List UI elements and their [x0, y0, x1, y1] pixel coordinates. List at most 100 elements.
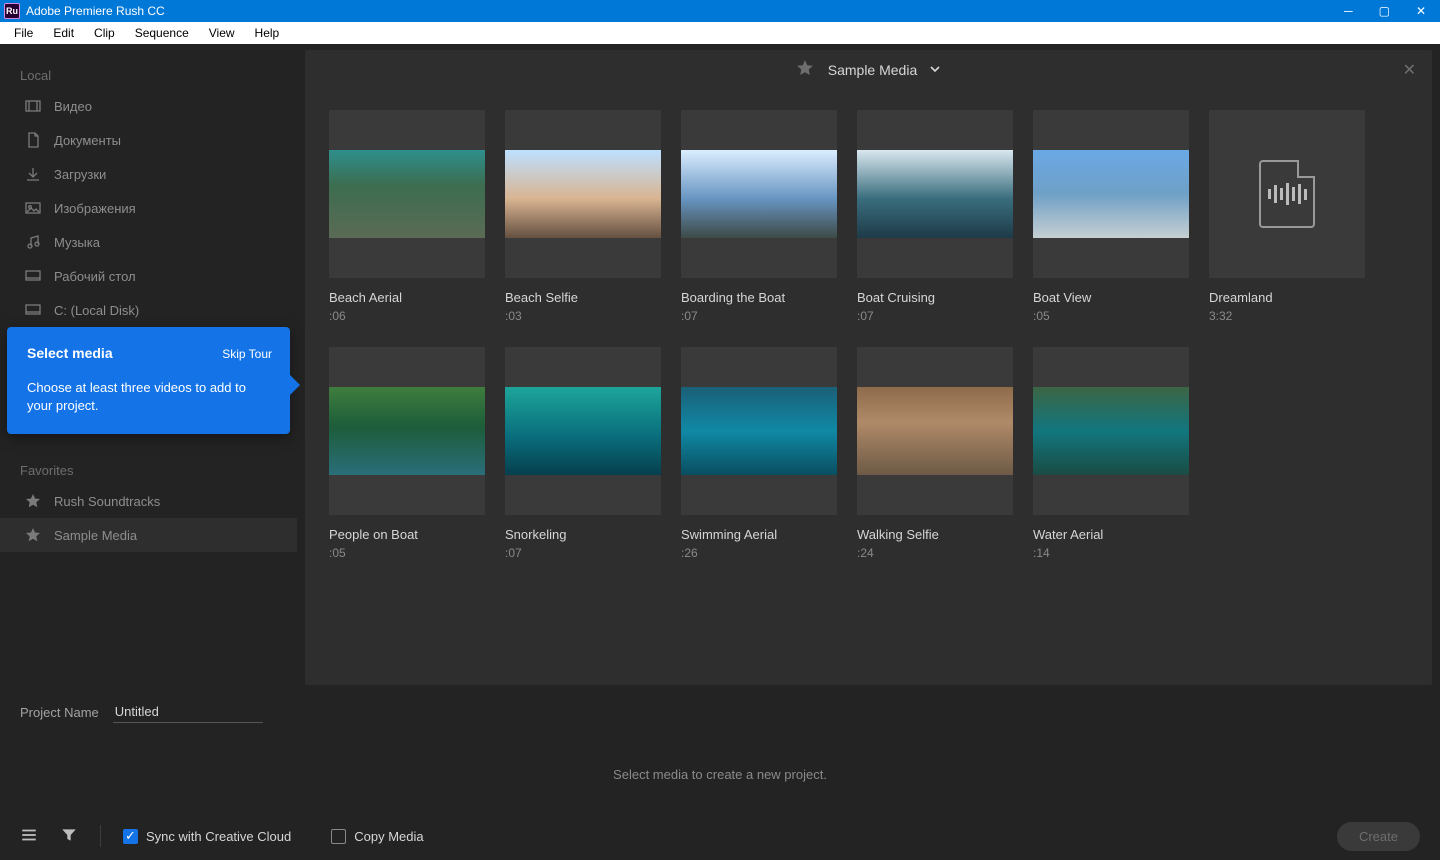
menu-bar: File Edit Clip Sequence View Help [0, 22, 1440, 44]
audio-file-icon [1259, 160, 1315, 228]
media-thumbnail [681, 347, 837, 515]
empty-state-hint: Select media to create a new project. [0, 723, 1440, 782]
media-item[interactable]: Dreamland 3:32 [1209, 110, 1365, 323]
media-thumbnail [329, 347, 485, 515]
window-close-button[interactable]: ✕ [1416, 4, 1426, 18]
sidebar-item-label: Видео [54, 99, 92, 114]
disk-icon [24, 302, 42, 318]
sidebar-item-music[interactable]: Музыка [0, 225, 297, 259]
sidebar-item-desktop[interactable]: Рабочий стол [0, 259, 297, 293]
media-grid: Beach Aerial:06 Beach Selfie :03 Boarding t… [305, 90, 1432, 580]
media-title: Boat View [1033, 290, 1189, 305]
checkbox-empty-icon [331, 829, 346, 844]
media-thumbnail [1209, 110, 1365, 278]
sidebar-item-video[interactable]: Видео [0, 89, 297, 123]
tour-tooltip: Select media Skip Tour Choose at least t… [7, 327, 290, 434]
window-title: Adobe Premiere Rush CC [26, 4, 1344, 18]
image-icon [24, 200, 42, 216]
video-preview [681, 150, 837, 238]
media-item[interactable]: People on Boat:05 [329, 347, 485, 560]
sidebar-item-downloads[interactable]: Загрузки [0, 157, 297, 191]
desktop-icon [24, 268, 42, 284]
music-icon [24, 234, 42, 250]
menu-sequence[interactable]: Sequence [125, 23, 199, 43]
sidebar-section-local: Local [0, 62, 297, 89]
bottom-bar: Project Name Select media to create a ne… [0, 685, 1440, 860]
media-item[interactable]: Snorkeling:07 [505, 347, 661, 560]
media-item[interactable]: Boat View :05 [1033, 110, 1189, 323]
copy-media-checkbox[interactable]: Copy Media [331, 829, 423, 844]
media-title: Beach Selfie [505, 290, 661, 305]
media-browser-header: Sample Media ✕ [305, 50, 1432, 90]
sidebar-item-label: Загрузки [54, 167, 106, 182]
media-item[interactable]: Swimming Aerial:26 [681, 347, 837, 560]
media-thumbnail [857, 347, 1013, 515]
media-duration: :24 [857, 546, 1013, 560]
media-thumbnail [505, 347, 661, 515]
media-duration: :07 [505, 546, 661, 560]
media-title: Boarding the Boat [681, 290, 837, 305]
sidebar-item-label: Rush Soundtracks [54, 494, 160, 509]
media-item[interactable]: Walking Selfie:24 [857, 347, 1013, 560]
media-duration: :14 [1033, 546, 1189, 560]
sidebar-item-label: Изображения [54, 201, 136, 216]
menu-file[interactable]: File [4, 23, 43, 43]
media-title: Dreamland [1209, 290, 1365, 305]
media-item[interactable]: Boat Cruising:07 [857, 110, 1013, 323]
media-duration: :07 [681, 309, 837, 323]
video-preview [505, 387, 661, 475]
media-duration: :03 [505, 309, 661, 323]
media-title: Boat Cruising [857, 290, 1013, 305]
star-icon [24, 493, 42, 509]
video-preview [505, 150, 661, 238]
menu-clip[interactable]: Clip [84, 23, 125, 43]
create-button[interactable]: Create [1337, 822, 1420, 851]
list-view-icon[interactable] [20, 826, 38, 847]
sidebar-item-images[interactable]: Изображения [0, 191, 297, 225]
video-preview [329, 150, 485, 238]
sidebar-item-documents[interactable]: Документы [0, 123, 297, 157]
folder-dropdown[interactable]: Sample Media [828, 62, 942, 78]
sync-cloud-checkbox[interactable]: ✓ Sync with Creative Cloud [123, 829, 291, 844]
video-preview [857, 387, 1013, 475]
project-name-label: Project Name [20, 705, 99, 720]
copy-media-label: Copy Media [354, 829, 423, 844]
filter-icon[interactable] [60, 826, 78, 847]
document-icon [24, 132, 42, 148]
video-preview [1033, 387, 1189, 475]
sidebar-item-sample-media[interactable]: Sample Media [0, 518, 297, 552]
video-preview [681, 387, 837, 475]
media-item[interactable]: Boarding the Boat :07 [681, 110, 837, 323]
sidebar-item-label: Документы [54, 133, 121, 148]
sidebar-item-rush-soundtracks[interactable]: Rush Soundtracks [0, 484, 297, 518]
media-thumbnail [857, 110, 1013, 278]
media-duration: :05 [1033, 309, 1189, 323]
panel-close-button[interactable]: ✕ [1403, 60, 1416, 80]
folder-dropdown-label: Sample Media [828, 62, 918, 78]
window-minimize-button[interactable]: ─ [1344, 4, 1353, 18]
media-item[interactable]: Beach Selfie :03 [505, 110, 661, 323]
menu-edit[interactable]: Edit [43, 23, 84, 43]
sidebar-item-label: C: (Local Disk) [54, 303, 139, 318]
menu-help[interactable]: Help [245, 23, 290, 43]
media-duration: :26 [681, 546, 837, 560]
media-item[interactable]: Beach Aerial:06 [329, 110, 485, 323]
sidebar-item-local-disk[interactable]: C: (Local Disk) [0, 293, 297, 327]
video-preview [1033, 150, 1189, 238]
checkbox-checked-icon: ✓ [123, 829, 138, 844]
window-maximize-button[interactable]: ▢ [1379, 4, 1390, 18]
media-thumbnail [505, 110, 661, 278]
sidebar-item-label: Музыка [54, 235, 100, 250]
tour-skip-button[interactable]: Skip Tour [222, 347, 272, 361]
menu-view[interactable]: View [199, 23, 245, 43]
sidebar-item-label: Sample Media [54, 528, 137, 543]
app-icon: Ru [4, 3, 20, 19]
media-duration: :06 [329, 309, 485, 323]
star-icon [24, 527, 42, 543]
media-item[interactable]: Water Aerial:14 [1033, 347, 1189, 560]
media-thumbnail [329, 110, 485, 278]
download-icon [24, 166, 42, 182]
project-name-input[interactable] [113, 701, 263, 723]
media-duration: 3:32 [1209, 309, 1365, 323]
video-preview [329, 387, 485, 475]
